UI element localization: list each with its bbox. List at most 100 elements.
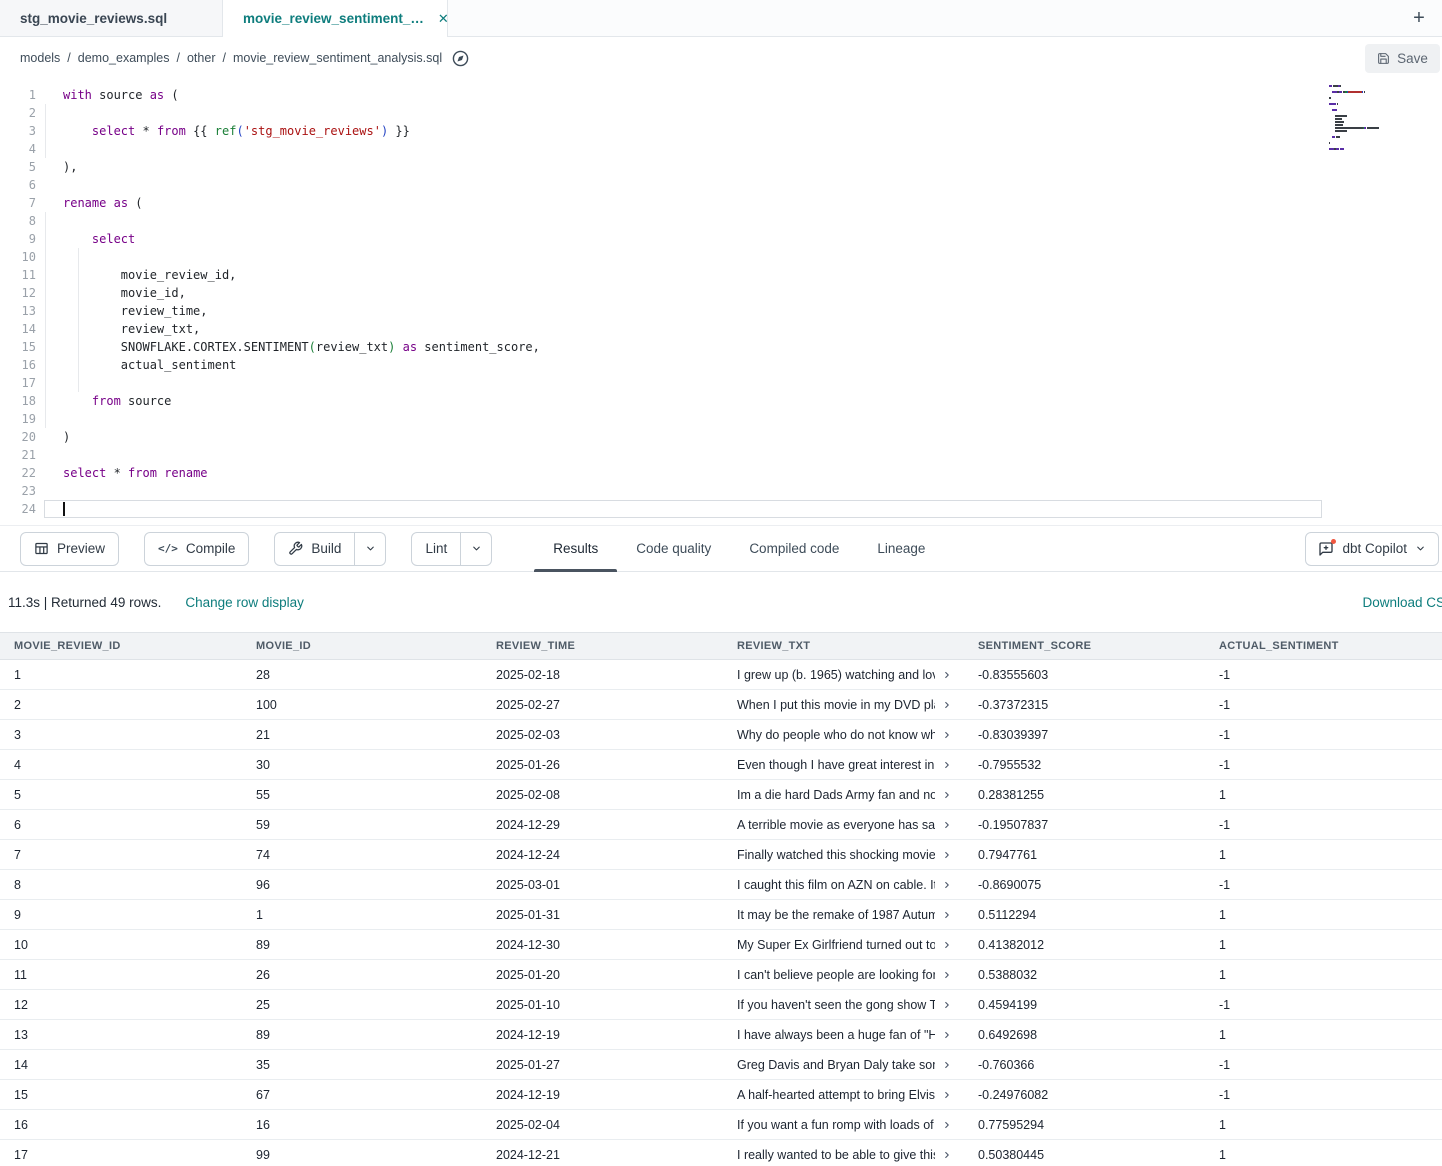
- code-text: [36, 248, 63, 266]
- line-number: 17: [0, 374, 36, 392]
- expand-review-icon[interactable]: [942, 1090, 952, 1100]
- review-text: A half-hearted attempt to bring Elvis P…: [737, 1088, 935, 1102]
- compile-button[interactable]: </> Compile: [144, 532, 249, 566]
- expand-review-icon[interactable]: [942, 730, 952, 740]
- cell-review_time: 2025-02-03: [482, 728, 723, 742]
- build-dropdown-button[interactable]: [355, 532, 386, 566]
- expand-review-icon[interactable]: [942, 1060, 952, 1070]
- expand-review-icon[interactable]: [942, 760, 952, 770]
- code-line: 1with source as (: [0, 86, 1442, 104]
- cell-movie_id: 55: [242, 788, 482, 802]
- cell-movie_review_id: 9: [0, 908, 242, 922]
- code-text: [36, 374, 63, 392]
- code-line: 12 movie_id,: [0, 284, 1442, 302]
- cell-movie_review_id: 5: [0, 788, 242, 802]
- line-number: 14: [0, 320, 36, 338]
- lint-button[interactable]: Lint: [411, 532, 461, 566]
- line-number: 1: [0, 86, 36, 104]
- expand-review-icon[interactable]: [942, 910, 952, 920]
- preview-button[interactable]: Preview: [20, 532, 119, 566]
- expand-review-icon[interactable]: [942, 790, 952, 800]
- expand-review-icon[interactable]: [942, 1120, 952, 1130]
- compass-icon[interactable]: [452, 50, 469, 67]
- result-tab-results[interactable]: Results: [534, 526, 617, 571]
- code-text: [36, 104, 63, 122]
- result-tab-lineage[interactable]: Lineage: [858, 526, 944, 571]
- expand-review-icon[interactable]: [942, 1000, 952, 1010]
- results-table: MOVIE_REVIEW_IDMOVIE_IDREVIEW_TIMEREVIEW…: [0, 632, 1442, 1166]
- cell-movie_review_id: 3: [0, 728, 242, 742]
- cell-sentiment_score: 0.50380445: [964, 1148, 1205, 1162]
- new-tab-button[interactable]: +: [1396, 0, 1442, 36]
- breadcrumb-segment-0[interactable]: models: [20, 51, 60, 65]
- sql-editor[interactable]: 1with source as (23 select * from {{ ref…: [0, 79, 1442, 525]
- breadcrumb: models/demo_examples/other/movie_review_…: [20, 51, 442, 65]
- cell-movie_review_id: 15: [0, 1088, 242, 1102]
- expand-review-icon[interactable]: [942, 970, 952, 980]
- cell-review_time: 2024-12-19: [482, 1028, 723, 1042]
- tab-stg-movie-reviews[interactable]: stg_movie_reviews.sql: [0, 0, 223, 36]
- expand-review-icon[interactable]: [942, 1150, 952, 1160]
- cell-sentiment_score: 0.77595294: [964, 1118, 1205, 1132]
- editor-minimap[interactable]: [1329, 85, 1397, 157]
- build-label: Build: [311, 541, 341, 556]
- cell-review_time: 2024-12-19: [482, 1088, 723, 1102]
- cell-sentiment_score: 0.5388032: [964, 968, 1205, 982]
- result-tab-compiled-code[interactable]: Compiled code: [730, 526, 858, 571]
- cell-review_txt: I have always been a huge fan of "Hom…: [723, 1028, 964, 1042]
- breadcrumb-segment-2[interactable]: other: [187, 51, 216, 65]
- active-line-highlight: [44, 500, 1322, 518]
- breadcrumb-segment-1[interactable]: demo_examples: [78, 51, 170, 65]
- cell-actual_sentiment: 1: [1205, 908, 1442, 922]
- code-text: SNOWFLAKE.CORTEX.SENTIMENT(review_txt) a…: [36, 338, 540, 356]
- download-csv-link[interactable]: Download CSV: [1362, 595, 1442, 610]
- breadcrumb-segment-3[interactable]: movie_review_sentiment_analysis.sql: [233, 51, 442, 65]
- code-line: 15 SNOWFLAKE.CORTEX.SENTIMENT(review_txt…: [0, 338, 1442, 356]
- code-line: 7rename as (: [0, 194, 1442, 212]
- build-button[interactable]: Build: [274, 532, 355, 566]
- table-row: 1282025-02-18I grew up (b. 1965) watchin…: [0, 660, 1442, 690]
- cell-movie_id: 99: [242, 1148, 482, 1162]
- code-text: with source as (: [36, 86, 179, 104]
- code-line: 3 select * from {{ ref('stg_movie_review…: [0, 122, 1442, 140]
- cell-movie_id: 96: [242, 878, 482, 892]
- column-header-actual_sentiment: ACTUAL_SENTIMENT: [1205, 640, 1442, 652]
- save-button[interactable]: Save: [1365, 44, 1440, 73]
- lint-dropdown-button[interactable]: [461, 532, 492, 566]
- expand-review-icon[interactable]: [942, 820, 952, 830]
- cell-movie_review_id: 2: [0, 698, 242, 712]
- review-text: My Super Ex Girlfriend turned out to b…: [737, 938, 935, 952]
- expand-review-icon[interactable]: [942, 700, 952, 710]
- close-tab-icon[interactable]: ✕: [438, 11, 449, 27]
- code-text: rename as (: [36, 194, 143, 212]
- line-number: 22: [0, 464, 36, 482]
- text-cursor: [63, 502, 65, 516]
- cell-actual_sentiment: -1: [1205, 998, 1442, 1012]
- wrench-icon: [288, 541, 303, 556]
- code-text: actual_sentiment: [36, 356, 236, 374]
- expand-review-icon[interactable]: [942, 940, 952, 950]
- lint-label: Lint: [425, 541, 447, 556]
- code-line: 6: [0, 176, 1442, 194]
- cell-movie_review_id: 10: [0, 938, 242, 952]
- dbt-copilot-button[interactable]: dbt Copilot: [1305, 532, 1439, 566]
- result-tab-code-quality[interactable]: Code quality: [617, 526, 730, 571]
- review-text: If you haven't seen the gong show TV s…: [737, 998, 935, 1012]
- expand-review-icon[interactable]: [942, 1030, 952, 1040]
- expand-review-icon[interactable]: [942, 880, 952, 890]
- tab-movie-review-sentiment-analysis[interactable]: movie_review_sentiment_… ✕: [223, 0, 448, 37]
- cell-movie_id: 26: [242, 968, 482, 982]
- cell-movie_id: 21: [242, 728, 482, 742]
- table-header-row: MOVIE_REVIEW_IDMOVIE_IDREVIEW_TIMEREVIEW…: [0, 632, 1442, 660]
- code-line: 5),: [0, 158, 1442, 176]
- code-line: 16 actual_sentiment: [0, 356, 1442, 374]
- review-text: I grew up (b. 1965) watching and lovin…: [737, 668, 935, 682]
- cell-movie_review_id: 16: [0, 1118, 242, 1132]
- change-row-display-link[interactable]: Change row display: [185, 595, 304, 610]
- code-line: 18 from source: [0, 392, 1442, 410]
- code-text: [36, 446, 63, 464]
- code-line: 21: [0, 446, 1442, 464]
- cell-sentiment_score: -0.7955532: [964, 758, 1205, 772]
- expand-review-icon[interactable]: [942, 670, 952, 680]
- expand-review-icon[interactable]: [942, 850, 952, 860]
